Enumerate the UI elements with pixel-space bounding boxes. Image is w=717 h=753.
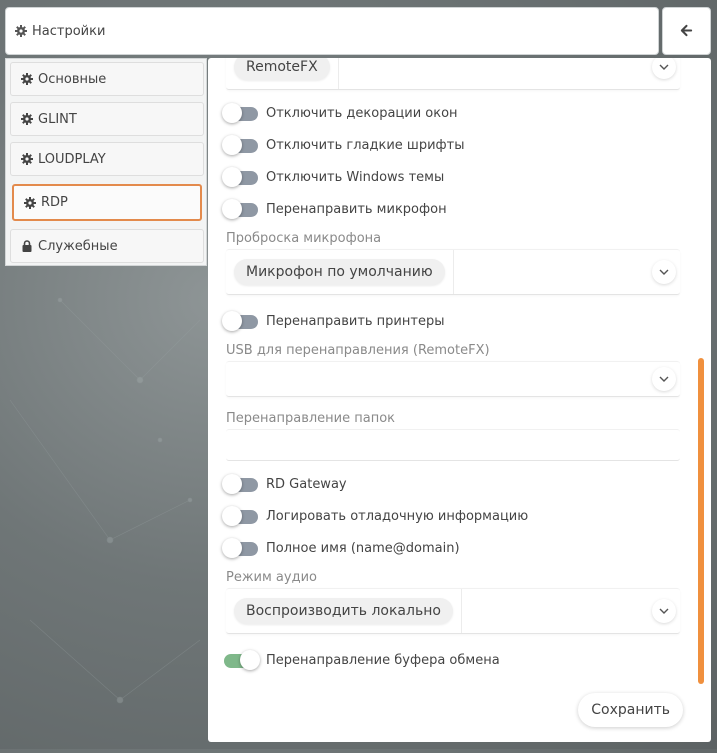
toggle-label: RD Gateway <box>266 477 347 492</box>
toggle-row-printers[interactable]: Перенаправить принтеры <box>222 310 445 331</box>
toggle-switch[interactable] <box>222 134 258 155</box>
select-value: RemoteFX <box>234 58 330 80</box>
toggle-row-clipboard[interactable]: Перенаправление буфера обмена <box>224 649 500 670</box>
toggle-label: Полное имя (name@domain) <box>266 541 460 556</box>
toggle-label: Отключить гладкие шрифты <box>266 138 465 153</box>
top-select[interactable]: RemoteFX <box>226 58 680 90</box>
rdp-settings-panel: RemoteFX Отключить декорации окон Отключ… <box>208 58 711 742</box>
settings-sidebar: Основные GLINT LOUDPLAY RDP Служебные <box>5 58 207 266</box>
lock-icon <box>21 240 33 252</box>
toggle-label: Логировать отладочную информацию <box>266 509 529 524</box>
toggle-label: Отключить декорации окон <box>266 106 458 121</box>
sidebar-item-rdp[interactable]: RDP <box>12 184 202 221</box>
toggle-label: Перенаправить принтеры <box>266 314 445 329</box>
gear-icon <box>21 73 33 85</box>
sidebar-item-label: GLINT <box>38 111 77 127</box>
toggle-row-decorations[interactable]: Отключить декорации окон <box>222 102 458 123</box>
gear-icon <box>21 113 33 125</box>
toggle-label: Отключить Windows темы <box>266 170 445 185</box>
toggle-switch[interactable] <box>222 166 258 187</box>
gear-icon <box>24 196 36 209</box>
audio-label: Режим аудио <box>226 570 317 585</box>
save-button[interactable]: Сохранить <box>578 693 683 727</box>
sidebar-item-glint[interactable]: GLINT <box>10 102 204 136</box>
toggle-label: Перенаправление буфера обмена <box>266 653 500 668</box>
toggle-label: Перенаправить микрофон <box>266 202 447 217</box>
usb-select[interactable] <box>226 361 680 397</box>
toggle-switch[interactable] <box>222 102 258 123</box>
gear-icon <box>21 153 33 165</box>
usb-label: USB для перенаправления (RemoteFX) <box>226 343 490 358</box>
toggle-switch[interactable] <box>224 649 260 670</box>
mic-select[interactable]: Микрофон по умолчанию <box>226 249 680 295</box>
audio-select[interactable]: Воспроизводить локально <box>226 588 680 634</box>
scrollbar[interactable] <box>698 358 704 684</box>
sidebar-item-label: Основные <box>38 71 107 87</box>
folders-input[interactable] <box>226 429 680 461</box>
toggle-row-fullname[interactable]: Полное имя (name@domain) <box>222 537 460 558</box>
toggle-switch[interactable] <box>222 537 258 558</box>
toggle-row-mic[interactable]: Перенаправить микрофон <box>222 198 447 219</box>
sidebar-item-service[interactable]: Служебные <box>10 229 204 263</box>
toggle-switch[interactable] <box>222 505 258 526</box>
toggle-switch[interactable] <box>222 198 258 219</box>
folders-label: Перенаправление папок <box>226 411 396 426</box>
select-value: Микрофон по умолчанию <box>234 259 445 285</box>
chevron-down-icon <box>652 58 676 79</box>
select-value: Воспроизводить локально <box>234 598 453 624</box>
chevron-down-icon <box>652 367 676 391</box>
page-title: Настройки <box>32 23 106 39</box>
gear-icon <box>15 25 27 37</box>
sidebar-item-label: Служебные <box>38 238 118 254</box>
sidebar-item-label: LOUDPLAY <box>38 151 106 167</box>
back-button[interactable] <box>662 7 711 55</box>
toggle-row-gateway[interactable]: RD Gateway <box>222 473 347 494</box>
sidebar-item-main[interactable]: Основные <box>10 62 204 96</box>
toggle-switch[interactable] <box>222 473 258 494</box>
sidebar-item-loudplay[interactable]: LOUDPLAY <box>10 142 204 176</box>
mic-label: Проброска микрофона <box>226 231 382 246</box>
chevron-down-icon <box>652 599 676 623</box>
toggle-row-debug[interactable]: Логировать отладочную информацию <box>222 505 529 526</box>
arrow-left-icon <box>680 22 693 41</box>
toggle-row-fonts[interactable]: Отключить гладкие шрифты <box>222 134 465 155</box>
toggle-switch[interactable] <box>222 310 258 331</box>
settings-header: Настройки <box>5 7 659 55</box>
chevron-down-icon <box>652 260 676 284</box>
sidebar-item-label: RDP <box>41 195 68 210</box>
toggle-row-themes[interactable]: Отключить Windows темы <box>222 166 445 187</box>
